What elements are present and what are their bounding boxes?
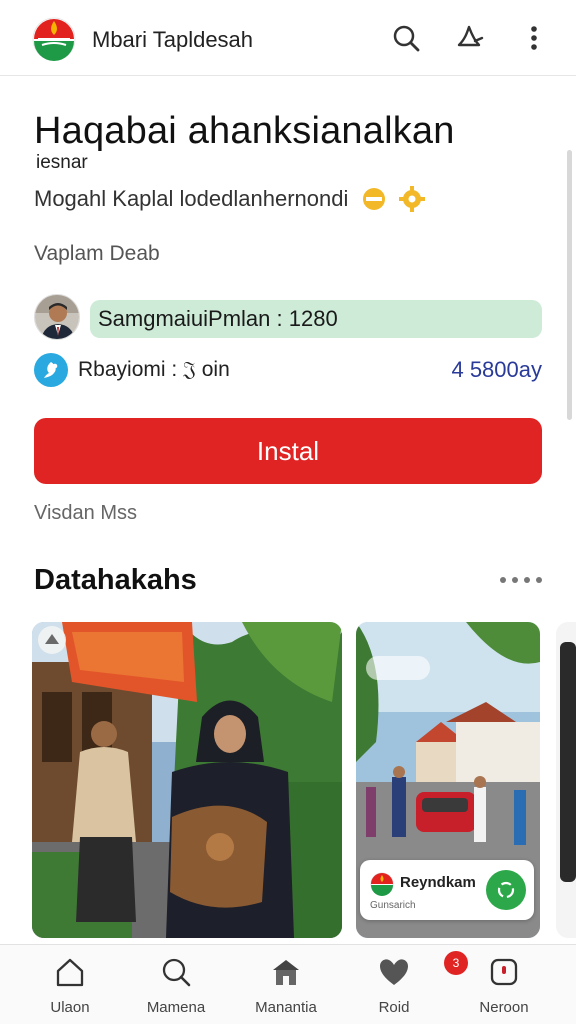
screenshot-card-2[interactable]: Reyndkam Gunsarich	[356, 622, 540, 938]
dot-icon	[512, 577, 518, 583]
share-icon	[457, 25, 484, 47]
search-icon	[162, 958, 191, 987]
card-overlay[interactable]: Reyndkam Gunsarich	[360, 860, 534, 920]
screenshot-card-3[interactable]	[556, 622, 576, 938]
nav-label-store: Manantia	[255, 999, 317, 1016]
developer-pill[interactable]: SamgmaiuiPmlan : 1280	[90, 300, 542, 338]
gear-badge-icon	[399, 186, 426, 212]
app-bar: Mbari Tapldesah	[0, 0, 576, 76]
app-description-row: Mogahl Kaplal lodedlanhernondi	[34, 185, 426, 213]
app-name: Mbari Tapldesah	[92, 27, 254, 52]
refresh-icon	[497, 881, 515, 899]
dot-icon	[524, 577, 530, 583]
award-badge-icon	[363, 188, 386, 210]
nav-item-profile[interactable]: Neroon	[454, 955, 554, 1021]
search-icon	[393, 25, 420, 52]
app-subtitle: iesnar	[36, 152, 88, 173]
screenshot-photo-market	[32, 622, 342, 938]
app-description: Mogahl Kaplal lodedlanhernondi	[34, 186, 349, 211]
nav-label-search: Mamena	[146, 999, 206, 1016]
overlay-title: Reyndkam	[400, 874, 476, 891]
notification-badge: 3	[444, 951, 468, 975]
overlay-logo-icon	[370, 872, 394, 896]
rating-label: Rbayiomi : 𝔍 oin	[78, 358, 230, 381]
nav-label-home: Ulaon	[50, 999, 90, 1016]
app-logo-icon	[32, 17, 76, 61]
nav-item-store[interactable]: Manantia	[236, 955, 336, 1021]
dot-icon	[536, 577, 542, 583]
section-more-button[interactable]	[500, 572, 542, 588]
dot-icon	[500, 577, 506, 583]
overflow-menu-button[interactable]	[518, 22, 550, 54]
rating-icon	[34, 353, 68, 387]
more-vertical-icon	[531, 26, 537, 50]
heart-icon	[380, 959, 408, 985]
app-secondary-text: Vaplam Deab	[34, 242, 160, 265]
below-button-text: Visdan Mss	[34, 502, 138, 524]
overlay-subtitle: Gunsarich	[370, 900, 416, 911]
rating-row: Rbayiomi : 𝔍 oin 4 5800ay	[34, 352, 542, 388]
screenshot-photo-partial	[556, 622, 576, 938]
avatar-photo	[35, 295, 79, 339]
app-title: Haqabai ahanksianalkan	[34, 110, 455, 152]
rating-count[interactable]: 4 5800ay	[451, 357, 542, 383]
nav-label-profile: Neroon	[479, 999, 529, 1016]
share-button[interactable]	[453, 22, 485, 54]
scrollbar[interactable]	[567, 150, 572, 420]
screenshot-card-1[interactable]	[32, 622, 342, 938]
bottom-navigation: Ulaon Mamena Manantia Roid Neroon	[0, 944, 576, 1024]
home-icon	[56, 958, 84, 987]
profile-icon	[490, 958, 518, 986]
developer-avatar[interactable]	[34, 294, 80, 340]
install-button[interactable]: Instal	[34, 418, 542, 484]
nav-item-home[interactable]: Ulaon	[20, 955, 120, 1021]
search-button[interactable]	[390, 22, 422, 54]
nav-item-search[interactable]: Mamena	[126, 955, 226, 1021]
nav-item-favorites[interactable]: Roid	[344, 955, 444, 1021]
nav-label-favorites: Roid	[378, 999, 410, 1016]
overlay-action-button[interactable]	[486, 870, 526, 910]
section-title: Datahakahs	[34, 564, 197, 596]
store-icon	[273, 960, 299, 985]
